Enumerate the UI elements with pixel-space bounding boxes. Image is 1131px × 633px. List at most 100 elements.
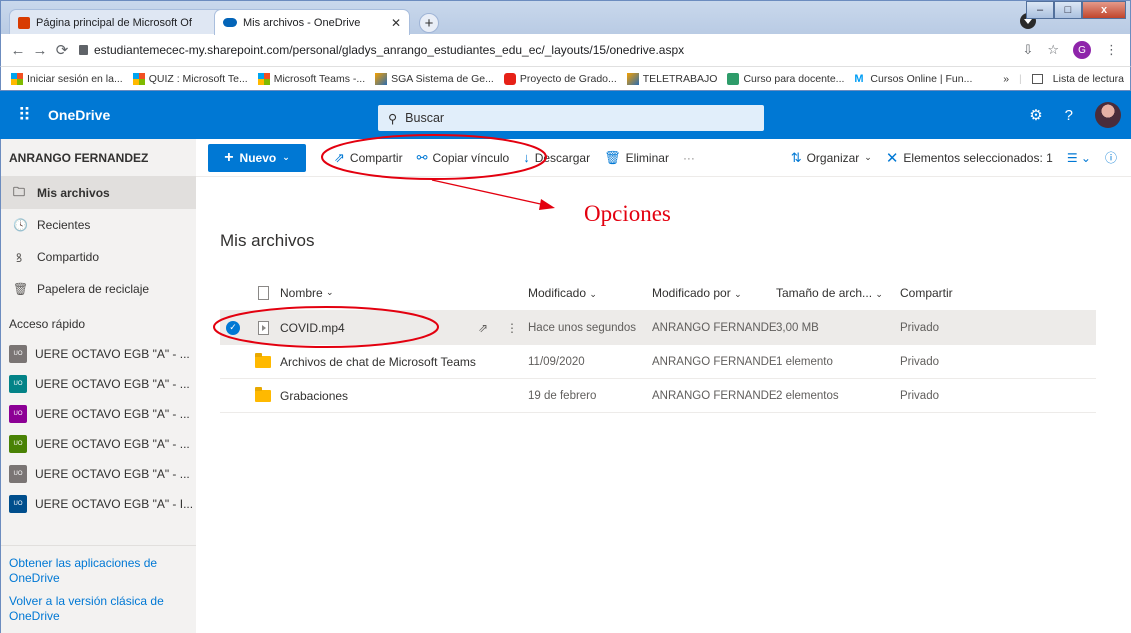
classic-view-link[interactable]: Volver a la versión clásica de OneDrive	[1, 594, 196, 632]
file-type-icon[interactable]	[257, 285, 269, 300]
bookmarks-bar: Iniciar sesión en la... QUIZ : Microsoft…	[0, 66, 1131, 91]
more-commands-button[interactable]: ···	[683, 151, 695, 165]
file-name[interactable]: Archivos de chat de Microsoft Teams	[280, 355, 476, 369]
bookmark-label: Cursos Online | Fun...	[870, 72, 973, 85]
site-badge-icon: UO	[9, 375, 27, 393]
quick-access-label: UERE OCTAVO EGB "A" - ...	[35, 437, 190, 451]
delete-button[interactable]: 🗑 Eliminar	[604, 150, 669, 166]
bookmark-item[interactable]: Microsoft Teams -...	[257, 72, 365, 85]
sharing-cell: Privado	[900, 389, 939, 402]
more-actions-icon[interactable]: ⋮	[506, 321, 518, 335]
column-header-modified-by[interactable]: Modificado por ⌄	[652, 286, 776, 300]
address-bar-row: ← → ⟳ estudiantemecec-my.sharepoint.com/…	[0, 34, 1131, 66]
file-name[interactable]: Grabaciones	[280, 389, 348, 403]
table-row[interactable]: Archivos de chat de Microsoft Teams 11/0…	[220, 345, 1096, 379]
nav-label: Mis archivos	[37, 186, 110, 200]
browser-tab-active[interactable]: Mis archivos - OneDrive ✕	[214, 9, 410, 35]
forward-icon[interactable]: →	[29, 42, 51, 59]
bookmark-item[interactable]: Curso para docente...	[727, 72, 844, 85]
column-header-name[interactable]: Nombre ⌄	[280, 286, 528, 300]
size-cell: 3,00 MB	[776, 321, 819, 334]
file-name[interactable]: COVID.mp4	[280, 321, 345, 335]
column-header-modified[interactable]: Modificado ⌄	[528, 286, 652, 300]
quick-access-item[interactable]: UO UERE OCTAVO EGB "A" - ...	[1, 369, 196, 399]
office-icon	[18, 16, 30, 29]
sharing-cell: Privado	[900, 321, 939, 334]
selection-status[interactable]: ✕ Elementos seleccionados: 1	[886, 149, 1053, 167]
window-close-button[interactable]: x	[1082, 1, 1126, 19]
install-icon[interactable]: ⇩	[1022, 42, 1033, 58]
settings-gear-icon[interactable]: ⚙	[1029, 106, 1042, 124]
folder-icon	[255, 352, 271, 368]
url-field[interactable]: estudiantemecec-my.sharepoint.com/person…	[79, 43, 1022, 57]
copy-link-button[interactable]: ⚯ Copiar vínculo	[417, 150, 510, 166]
bookmark-item[interactable]: QUIZ : Microsoft Te...	[132, 72, 248, 85]
clear-selection-icon[interactable]: ✕	[886, 149, 899, 167]
minimize-button[interactable]: –	[1026, 1, 1054, 19]
reload-icon[interactable]: ⟳	[51, 41, 73, 59]
close-tab-icon[interactable]: ✕	[391, 16, 401, 30]
reading-list-icon[interactable]	[1031, 73, 1043, 84]
tab-title: Mis archivos - OneDrive	[243, 16, 361, 29]
bookmark-label: Proyecto de Grado...	[519, 72, 617, 85]
nav-my-files[interactable]: 🗀 Mis archivos	[1, 177, 196, 209]
checkmark-icon[interactable]: ✓	[226, 320, 240, 335]
more-bookmarks-icon[interactable]: »	[1003, 73, 1009, 85]
nav-recycle-bin[interactable]: 🗑 Papelera de reciclaje	[1, 273, 196, 305]
browser-tab-strip: Página principal de Microsoft Of ✕ Mis a…	[0, 0, 1131, 35]
browser-menu-icon[interactable]: ⋮	[1105, 42, 1118, 58]
quick-access-item[interactable]: UO UERE OCTAVO EGB "A" - ...	[1, 339, 196, 369]
table-row[interactable]: ✓ COVID.mp4 ⇗ ⋮ Hace unos segundos ANRANG…	[220, 311, 1096, 345]
share-button[interactable]: ⇗ Compartir	[334, 150, 403, 166]
column-header-sharing[interactable]: Compartir	[900, 286, 1010, 300]
profile-avatar[interactable]: G	[1073, 41, 1091, 59]
sharing-cell: Privado	[900, 355, 939, 368]
quick-access-label: UERE OCTAVO EGB "A" - ...	[35, 347, 190, 361]
bookmark-item[interactable]: M Cursos Online | Fun...	[854, 73, 972, 85]
quick-access-item[interactable]: UO UERE OCTAVO EGB "A" - ...	[1, 429, 196, 459]
bookmark-item[interactable]: Iniciar sesión en la...	[11, 72, 123, 85]
size-cell: 1 elemento	[776, 355, 833, 368]
new-button[interactable]: + Nuevo ⌄	[208, 143, 306, 172]
reading-list-label[interactable]: Lista de lectura	[1053, 73, 1124, 85]
bookmark-label: TELETRABAJO	[642, 72, 718, 85]
account-name: ANRANGO FERNANDEZ	[1, 139, 196, 177]
search-box[interactable]: ⚲ Buscar	[378, 105, 764, 131]
get-apps-link[interactable]: Obtener las aplicaciones de OneDrive	[1, 556, 196, 594]
nav-recent[interactable]: 🕓 Recientes	[1, 209, 196, 241]
download-button[interactable]: ↓ Descargar	[523, 150, 590, 165]
quick-access-item[interactable]: UO UERE OCTAVO EGB "A" - ...	[1, 459, 196, 489]
copy-link-label: Copiar vínculo	[432, 150, 510, 165]
site-badge-icon: UO	[9, 435, 27, 453]
bookmark-item[interactable]: SGA Sistema de Ge...	[375, 72, 494, 85]
quick-access-item[interactable]: UO UERE OCTAVO EGB "A" - ...	[1, 399, 196, 429]
modified-cell: 19 de febrero	[528, 389, 597, 402]
bookmark-item[interactable]: TELETRABAJO	[626, 72, 718, 85]
movistar-icon: M	[854, 72, 864, 85]
cloud-icon	[223, 18, 237, 27]
app-launcher-icon[interactable]: ⠿	[0, 105, 48, 126]
maximize-button[interactable]: □	[1054, 1, 1082, 19]
bookmark-item[interactable]: Proyecto de Grado...	[503, 72, 617, 85]
search-icon: ⚲	[388, 111, 398, 126]
sort-button[interactable]: ⇅ Organizar ⌄	[791, 150, 872, 166]
view-options-icon[interactable]: ☰ ⌄	[1067, 151, 1091, 165]
back-icon[interactable]: ←	[7, 42, 29, 59]
chevron-down-icon: ⌄	[589, 288, 597, 299]
help-icon[interactable]: ?	[1065, 107, 1073, 124]
info-icon[interactable]: ⓘ	[1105, 149, 1117, 166]
column-header-size[interactable]: Tamaño de arch... ⌄	[776, 286, 900, 300]
file-list: Nombre ⌄ Modificado ⌄ Modificado por ⌄ T…	[220, 275, 1096, 413]
sga-icon	[375, 72, 388, 85]
table-row[interactable]: Grabaciones 19 de febrero ANRANGO FERNAN…	[220, 379, 1096, 413]
user-avatar[interactable]	[1095, 102, 1121, 128]
share-icon[interactable]: ⇗	[478, 321, 488, 335]
quick-access-item[interactable]: UO UERE OCTAVO EGB "A" - I...	[1, 489, 196, 519]
nav-shared[interactable]: ꝸ Compartido	[1, 241, 196, 273]
bookmark-star-icon[interactable]: ☆	[1047, 42, 1059, 58]
nav-label: Compartido	[37, 250, 100, 264]
clock-icon: 🕓	[13, 218, 28, 232]
new-tab-button[interactable]: +	[419, 13, 439, 33]
browser-tab[interactable]: Página principal de Microsoft Of ✕	[9, 9, 237, 35]
app-brand[interactable]: OneDrive	[48, 107, 110, 123]
